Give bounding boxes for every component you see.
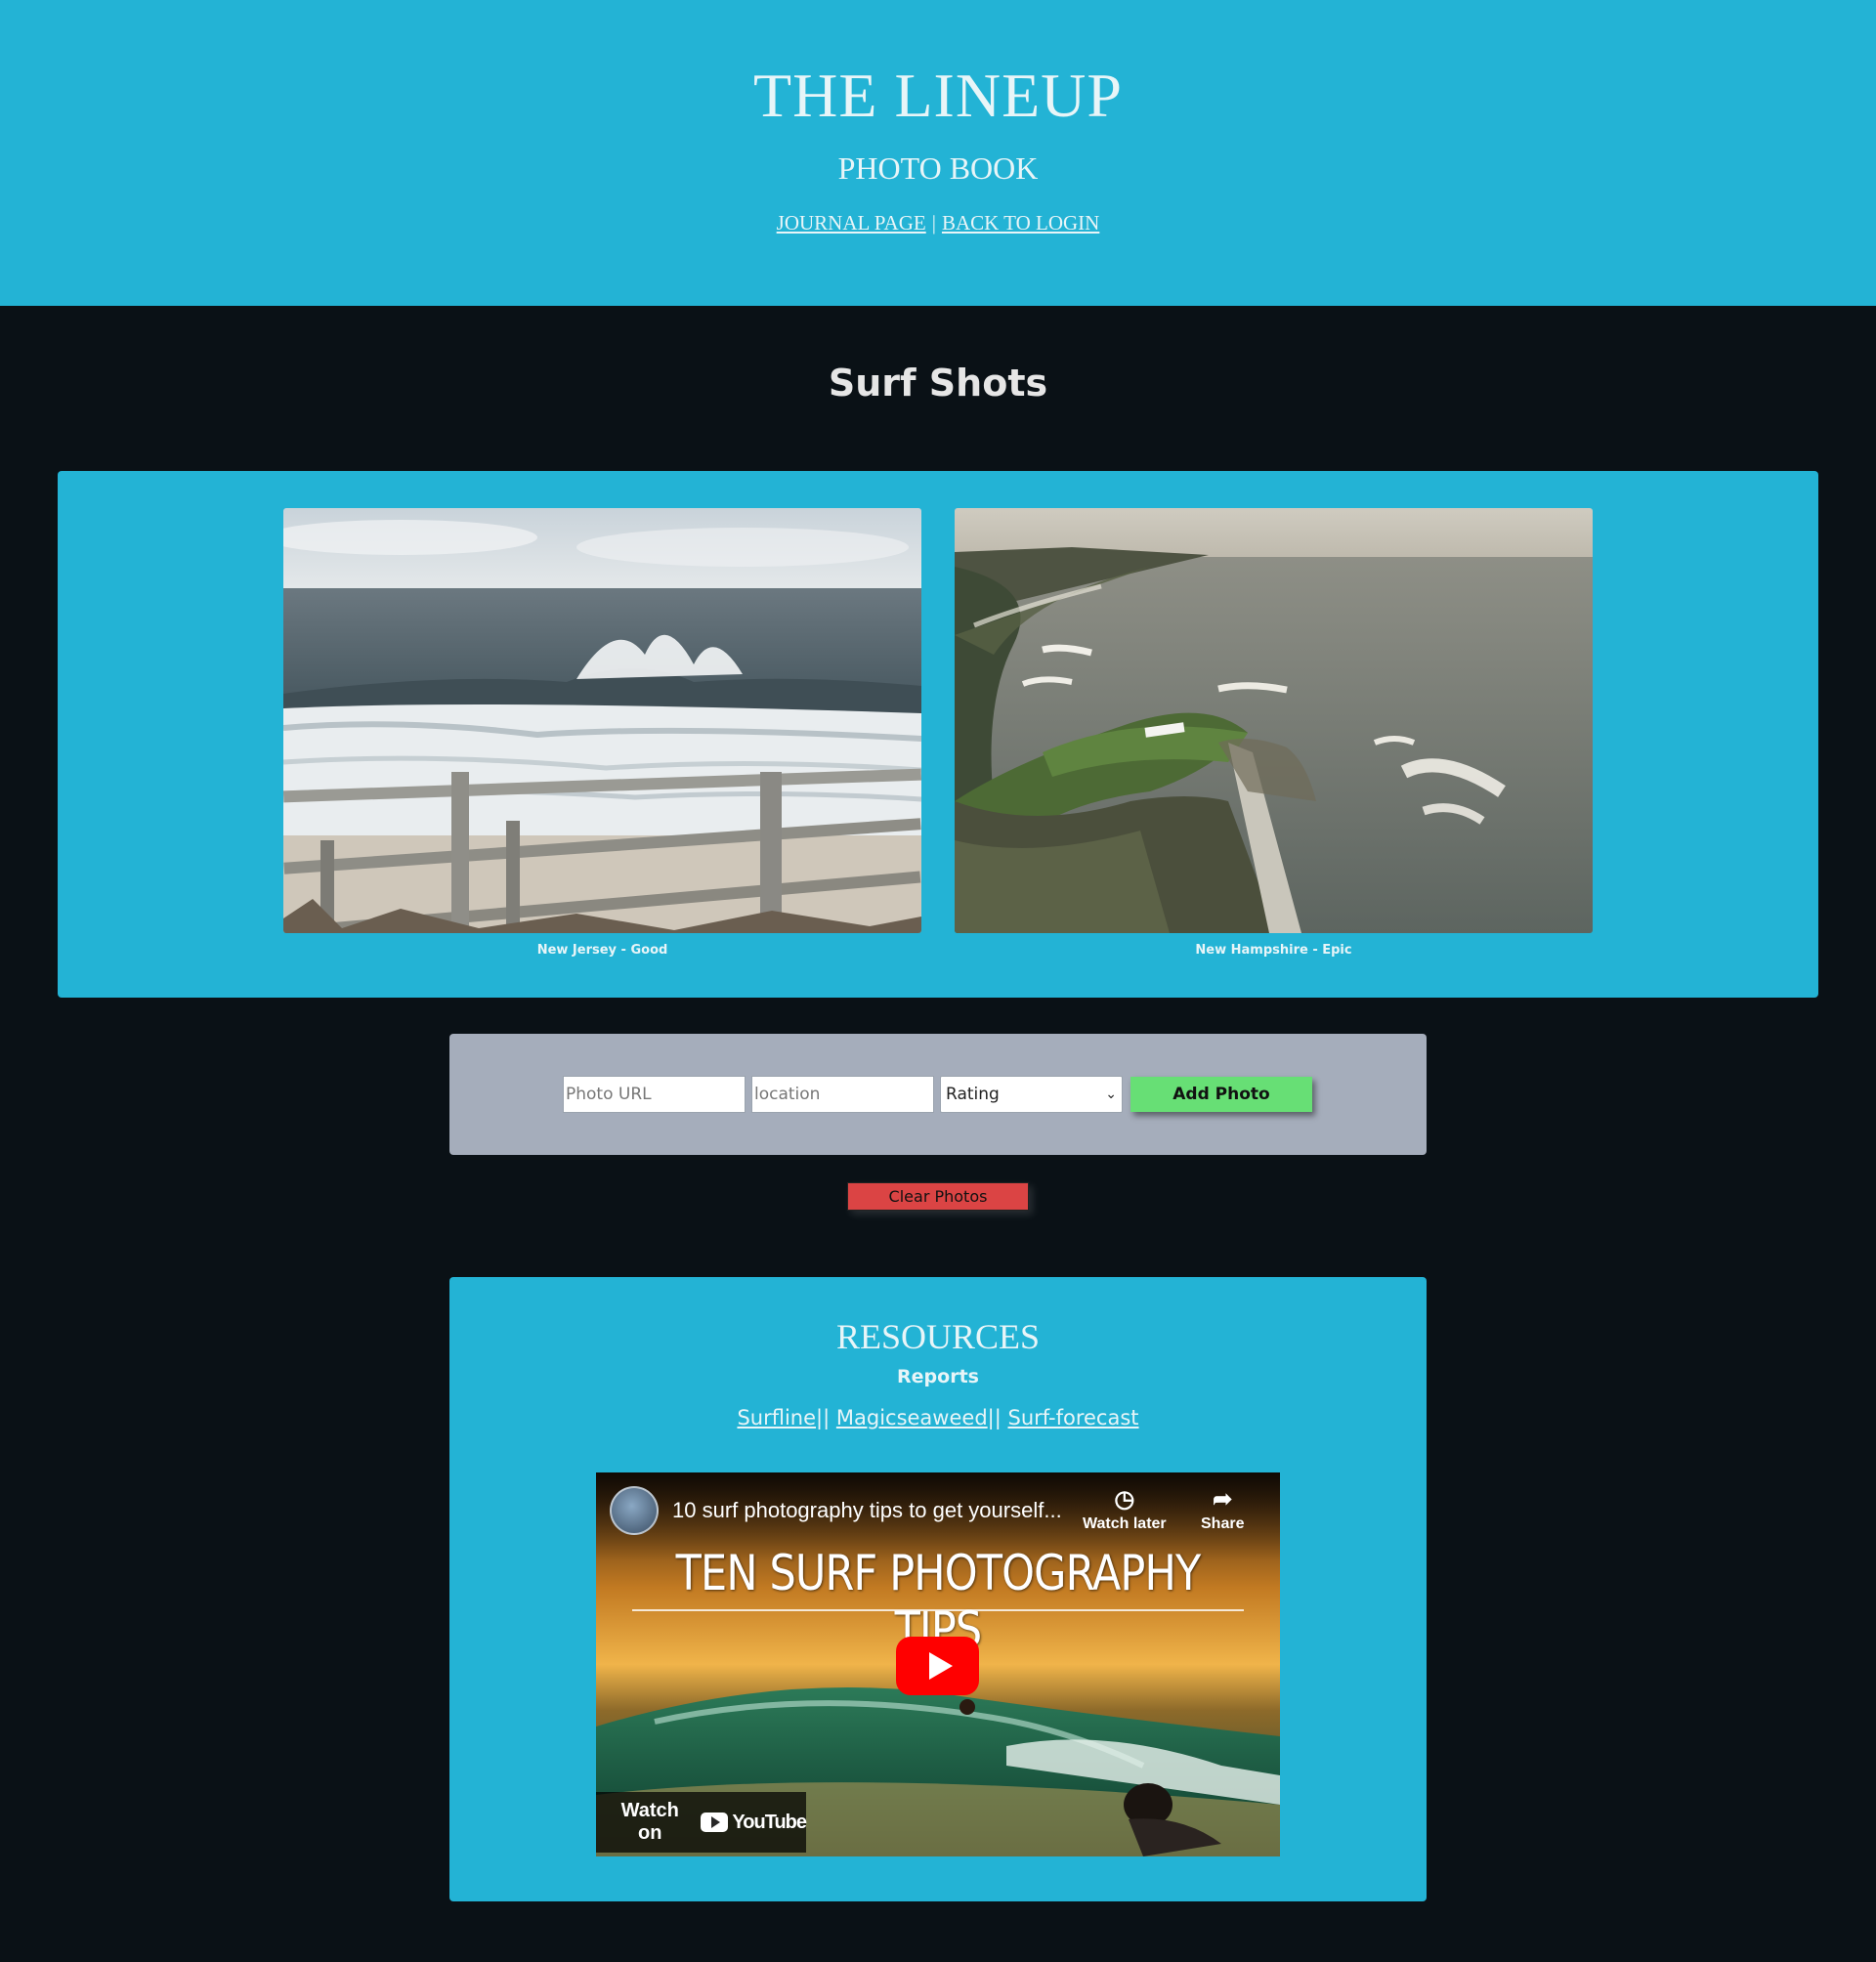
resources-title: RESOURCES [835,1317,1041,1356]
link-separator: || [987,1406,1002,1429]
breaking-wave-fence-photo[interactable] [283,508,921,933]
journal-page-link[interactable]: JOURNAL PAGE [777,211,926,235]
play-icon [928,1652,953,1680]
photo-gallery: New Jersey - Good New Hampshire - Epic [58,471,1818,998]
watch-on-label: Watch on [620,1800,679,1844]
watch-later-label: Watch later [1083,1515,1167,1532]
play-button[interactable] [896,1637,979,1695]
share-button[interactable]: ➦ Share [1201,1486,1244,1533]
add-photo-button[interactable]: Add Photo [1130,1077,1312,1112]
section-title: Surf Shots [828,362,1048,405]
share-label: Share [1201,1515,1245,1532]
youtube-logo: YouTube [701,1811,807,1834]
resources-subtitle: Reports [897,1366,979,1387]
back-to-login-link[interactable]: BACK TO LOGIN [942,211,1099,235]
report-links: Surfline|| Magicseaweed|| Surf-forecast [449,1406,1427,1429]
youtube-wordmark: YouTube [732,1811,807,1833]
site-header: THE LINEUP PHOTO BOOK JOURNAL PAGE | BACK … [0,0,1876,306]
rating-select[interactable]: Rating ⌄ [940,1076,1123,1113]
location-input[interactable]: location [751,1076,934,1113]
rating-select-value: Rating [946,1085,1000,1104]
site-subtitle: PHOTO BOOK [837,150,1039,186]
youtube-embed[interactable]: 10 surf photography tips to get yourself… [596,1472,1280,1856]
share-arrow-icon: ➦ [1213,1486,1233,1513]
site-title: THE LINEUP [753,61,1123,130]
form-row: Photo URL location Rating ⌄ Add Photo [563,1076,1312,1113]
photo-caption: New Hampshire - Epic [1195,943,1352,958]
nav-separator: | [931,211,936,235]
channel-avatar[interactable] [610,1486,659,1535]
header-nav: JOURNAL PAGE | BACK TO LOGIN [0,209,1876,236]
photo-caption: New Jersey - Good [536,943,668,958]
watch-later-button[interactable]: ◷ Watch later [1083,1486,1167,1533]
aerial-coastline-jetty-photo[interactable] [955,508,1593,933]
magicseaweed-link[interactable]: Magicseaweed [836,1406,988,1429]
chevron-down-icon: ⌄ [1105,1087,1117,1102]
add-photo-form: Photo URL location Rating ⌄ Add Photo [449,1034,1427,1155]
headline-underline [632,1609,1244,1611]
surf-forecast-link[interactable]: Surf-forecast [1008,1406,1139,1429]
clock-icon: ◷ [1114,1486,1135,1513]
link-separator: || [816,1406,831,1429]
photo-url-input[interactable]: Photo URL [563,1076,746,1113]
watch-on-youtube-button[interactable]: Watch on YouTube [596,1792,807,1853]
photo-card: New Jersey - Good [283,508,921,958]
photo-card: New Hampshire - Epic [955,508,1593,958]
surfline-link[interactable]: Surfline [737,1406,816,1429]
clear-photos-button[interactable]: Clear Photos [847,1182,1029,1211]
youtube-play-icon [701,1813,729,1832]
video-title[interactable]: 10 surf photography tips to get yourself… [672,1498,1062,1523]
resources-panel: RESOURCES Reports Surfline|| Magicseawee… [449,1277,1427,1901]
